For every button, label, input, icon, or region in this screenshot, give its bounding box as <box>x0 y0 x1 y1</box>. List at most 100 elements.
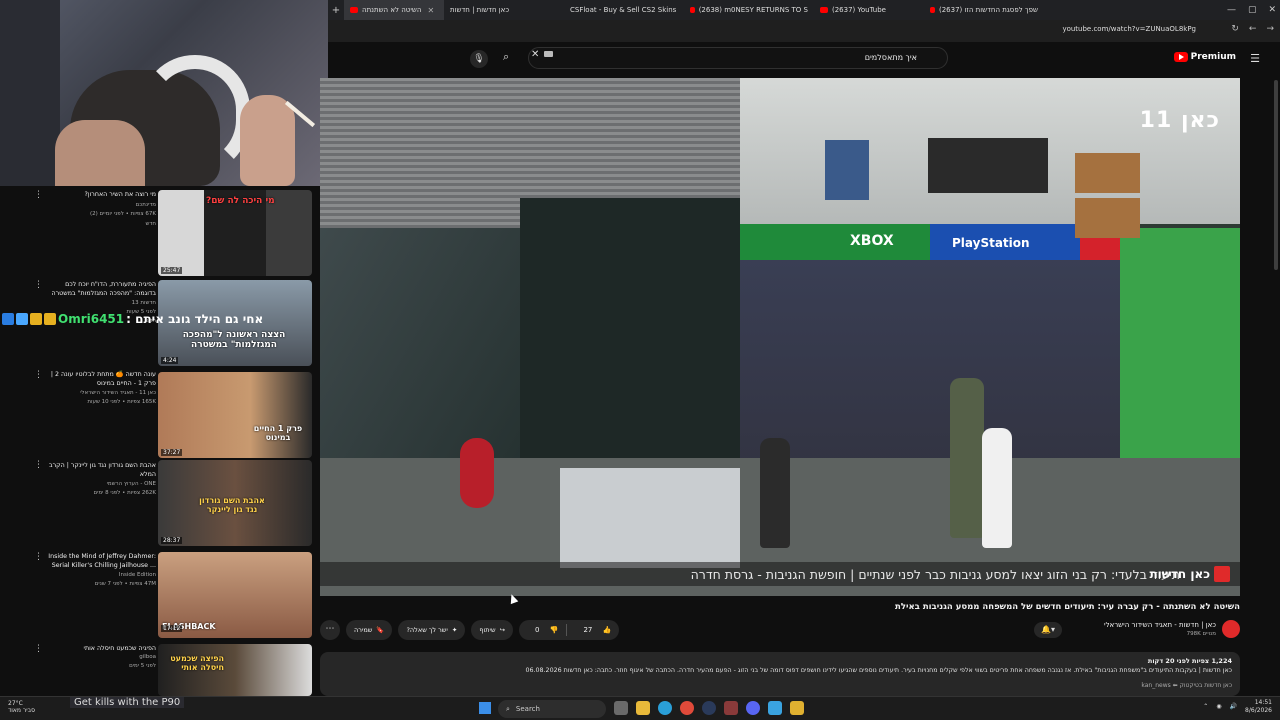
channel-row: כאן | חדשות - תאגיד השידור הישראלי 798K … <box>1000 618 1240 642</box>
dislike-button[interactable]: 0 👎 <box>519 626 566 634</box>
keyboard-icon[interactable] <box>544 51 553 57</box>
sparkle-icon: ✦ <box>451 626 458 634</box>
sub-badge-icon <box>2 313 14 325</box>
file-explorer-icon[interactable] <box>636 701 650 715</box>
prime-badge-icon <box>16 313 28 325</box>
headphones <box>140 55 250 175</box>
more-icon[interactable]: ⋮ <box>34 190 43 200</box>
back-icon[interactable]: ← <box>1249 24 1257 34</box>
channel-watermark: כאן 11 <box>1139 108 1220 133</box>
browser-tab[interactable]: כאן חדשות | חדשות <box>444 0 564 20</box>
browser-tab[interactable]: CSFloat - Buy & Sell CS2 Skins <box>564 0 684 20</box>
discord-icon[interactable] <box>746 701 760 715</box>
stream-subtitle: Get kills with the P90 <box>70 697 185 708</box>
youtube-header: 🎙 ⌕ איך מתאסלמים ✕ Premium ☰ <box>328 42 1280 76</box>
app-icon[interactable] <box>724 701 738 715</box>
steam-icon[interactable] <box>702 701 716 715</box>
task-view-icon[interactable] <box>614 701 628 715</box>
edge-icon[interactable] <box>658 701 672 715</box>
clear-search-icon[interactable]: ✕ <box>531 49 539 60</box>
video-thumbnail[interactable]: הפיצה שכמעט חיסלה אותי <box>158 644 312 696</box>
scrollbar[interactable] <box>1274 80 1278 270</box>
weather-widget[interactable]: 27°C סביר מאוד <box>8 700 35 714</box>
more-icon[interactable]: ⋮ <box>34 370 43 380</box>
like-dislike-pill: 0 👎 27 👍 <box>519 620 620 640</box>
search-icon[interactable]: ⌕ <box>503 50 509 64</box>
new-tab-button[interactable]: + <box>328 5 344 16</box>
browser-tab[interactable]: (2637) YouTube <box>814 0 924 20</box>
wifi-icon[interactable]: ◉ <box>1216 703 1221 710</box>
search-query: איך מתאסלמים <box>864 53 917 62</box>
like-button[interactable]: 27 👍 <box>567 626 619 634</box>
app-icon[interactable] <box>768 701 782 715</box>
save-button[interactable]: 🔖 שמירה <box>346 620 393 640</box>
video-thumbnail[interactable]: פרק 1 החיים במינוס 37:27 <box>158 372 312 458</box>
forward-icon[interactable]: → <box>1266 24 1274 34</box>
chat-message: Omri6451 אחי גם הילד גונב איתם : <box>2 312 263 326</box>
close-icon[interactable]: ✕ <box>427 6 434 15</box>
search-input[interactable]: איך מתאסלמים <box>528 47 948 69</box>
maximize-icon[interactable]: ▢ <box>1248 5 1257 15</box>
taskbar-apps <box>614 701 804 715</box>
video-thumbnail[interactable]: אהבת השם גורדון נגד גון ליינקר 28:37 <box>158 460 312 546</box>
taskbar-search[interactable]: ⌕ Search <box>498 700 606 718</box>
chat-text: אחי גם הילד גונב איתם : <box>126 312 264 326</box>
more-icon[interactable]: ⋮ <box>34 280 43 290</box>
ticker-brand: כאן חדשות <box>1149 566 1230 582</box>
chevron-up-icon[interactable]: ⌃ <box>1203 703 1208 710</box>
bookmark-icon: 🔖 <box>376 626 385 634</box>
recommendation-list: ⋮ מי רוצה את השיר האחרון? מדינתכם 67K צפ… <box>0 186 320 696</box>
video-thumbnail[interactable]: מי היכה לה שם? 25:47 <box>158 190 312 276</box>
reload-icon[interactable]: ↻ <box>1231 24 1239 34</box>
more-actions-button[interactable]: ⋯ <box>320 620 340 640</box>
streamer-webcam <box>0 0 328 186</box>
channel-name[interactable]: כאן | חדשות - תאגיד השידור הישראלי <box>1104 621 1216 629</box>
crown-badge-icon <box>44 313 56 325</box>
video-thumbnail[interactable]: FLASHBACK 17:12 <box>158 552 312 638</box>
browser-tab-strip: + השיטה לא השתנתה ✕ כאן חדשות | חדשות CSF… <box>328 0 1280 20</box>
close-window-icon[interactable]: ✕ <box>1268 5 1276 15</box>
youtube-logo-icon <box>1173 52 1188 62</box>
youtube-premium-logo[interactable]: Premium <box>1173 52 1236 62</box>
address-bar[interactable]: youtube.com/watch?v=ZUNuaOL8kPg ↻ ← → <box>328 20 1280 42</box>
kan-logo-icon <box>1214 566 1230 582</box>
ask-button[interactable]: ✦ ישר לך שאלה? <box>398 620 466 640</box>
playstation-sign: PlayStation <box>952 236 1030 250</box>
system-tray: ⌃ ◉ 🔊 14:51 8/6/2026 <box>1203 699 1272 715</box>
more-icon[interactable]: ⋮ <box>34 460 43 470</box>
search-icon: ⌕ <box>506 704 510 713</box>
view-stats: 1,224 צפיות לפני 20 דקות <box>1147 657 1232 665</box>
browser-tab[interactable]: (2637) שפך לפסגת החדשות הזו <box>924 0 1044 20</box>
microphone-icon[interactable]: 🎙 <box>470 50 488 68</box>
url-text[interactable]: youtube.com/watch?v=ZUNuaOL8kPg <box>1062 25 1196 33</box>
video-player[interactable]: XBOX PlayStation כאן 11 תיעוד בלעדי: רק … <box>320 78 1240 596</box>
app-icon[interactable] <box>790 701 804 715</box>
volume-icon[interactable]: 🔊 <box>1230 703 1237 710</box>
description-text: כאן חדשות | בעקבות התיעודים ב"משפחת הגני… <box>525 667 1232 674</box>
video-title: השיטה לא השתנתה - רק עברה עיר: תיעודים ח… <box>895 602 1240 612</box>
windows-taskbar: 27°C סביר מאוד Get kills with the P90 ⌕ … <box>0 696 1280 720</box>
ticker-text: תיעוד בלעדי: רק בני הזוג יצאו למסע גניבו… <box>690 566 1180 582</box>
chat-username: Omri6451 <box>58 312 125 326</box>
browser-tab[interactable]: (2638) m0NESY RETURNS TO S <box>684 0 814 20</box>
more-icon[interactable]: ⋮ <box>34 552 43 562</box>
gift-badge-icon <box>30 313 42 325</box>
news-ticker: תיעוד בלעדי: רק בני הזוג יצאו למסע גניבו… <box>320 562 1240 586</box>
subscriber-count: 798K מנויים <box>1186 631 1216 637</box>
menu-icon[interactable]: ☰ <box>1250 52 1260 65</box>
clock[interactable]: 14:51 8/6/2026 <box>1245 699 1272 715</box>
guitar <box>460 438 494 508</box>
description-link[interactable]: כאן חדשות בטיקטוק ⬅ kan_news <box>1141 682 1232 689</box>
xbox-sign: XBOX <box>850 233 894 249</box>
chrome-icon[interactable] <box>680 701 694 715</box>
browser-tab[interactable]: השיטה לא השתנתה ✕ <box>344 0 444 20</box>
minimize-icon[interactable]: — <box>1227 5 1236 15</box>
share-button[interactable]: ↪ שיתוף <box>471 620 514 640</box>
channel-avatar[interactable] <box>1222 620 1240 638</box>
description-box[interactable]: 1,224 צפיות לפני 20 דקות כאן חדשות | בעק… <box>320 652 1240 696</box>
notification-bell-icon[interactable]: 🔔▾ <box>1034 622 1062 638</box>
more-icon[interactable]: ⋮ <box>34 644 43 654</box>
windows-start-icon[interactable] <box>479 702 491 714</box>
share-icon: ↪ <box>499 626 506 634</box>
video-actions: ⋯ 🔖 שמירה ✦ ישר לך שאלה? ↪ שיתוף 0 👎 27 👍 <box>320 620 620 640</box>
